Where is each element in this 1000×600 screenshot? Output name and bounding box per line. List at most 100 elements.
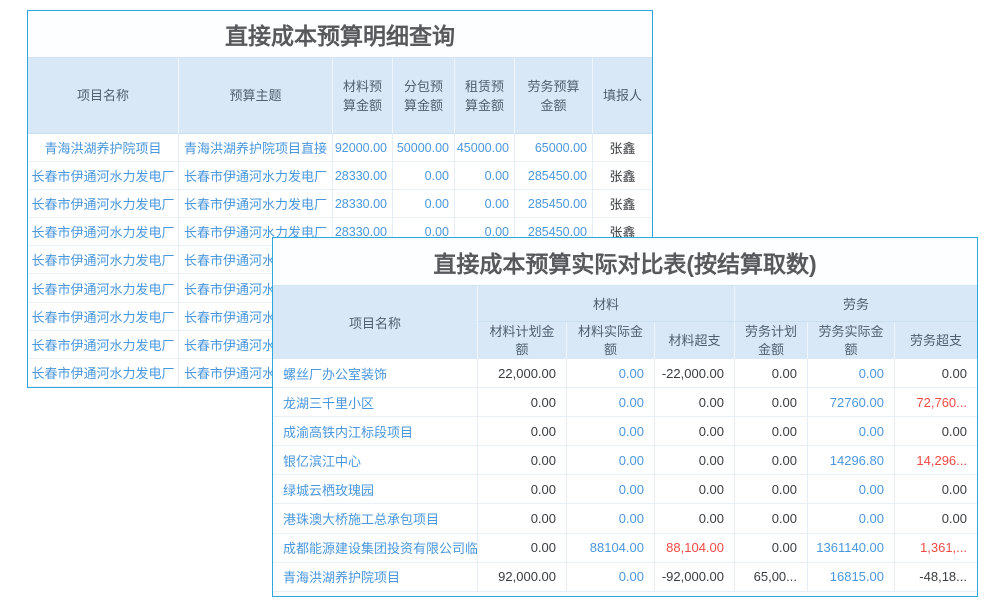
cell-material-budget: 28330.00	[333, 190, 393, 218]
cell-labor-budget: 285450.00	[515, 190, 593, 218]
cell-subcontract-budget: 0.00	[393, 190, 455, 218]
table-row[interactable]: 青海洪湖养护院项目92,000.000.00-92,000.0065,00...…	[273, 563, 977, 592]
cell-material-actual: 0.00	[567, 417, 655, 446]
cell-labor-plan: 0.00	[735, 534, 808, 563]
cell-project-name: 长春市伊通河水力发电厂	[28, 274, 179, 302]
cell-material-plan: 92,000.00	[478, 563, 567, 592]
cell-labor-budget: 285450.00	[515, 162, 593, 190]
cell-labor-actual: 0.00	[808, 504, 895, 533]
cell-material-budget: 28330.00	[333, 162, 393, 190]
column-header-project-name: 项目名称	[28, 58, 179, 134]
cell-labor-actual: 14296.80	[808, 446, 895, 475]
column-header-labor-actual: 劳务实际金额	[808, 322, 895, 359]
cell-project-name: 长春市伊通河水力发电厂	[28, 359, 179, 387]
cell-labor-over: 0.00	[895, 475, 977, 504]
back-panel-title: 直接成本预算明细查询	[28, 11, 652, 58]
cell-labor-actual: 0.00	[808, 359, 895, 388]
cell-reporter: 张鑫	[593, 190, 652, 218]
cell-labor-plan: 0.00	[735, 475, 808, 504]
cell-subcontract-budget: 50000.00	[393, 134, 455, 162]
cell-labor-plan: 0.00	[735, 504, 808, 533]
front-table-header: 项目名称 材料劳务 材料计划金额材料实际金额材料超支劳务计划金额劳务实际金额劳务…	[273, 286, 977, 359]
cell-labor-plan: 65,00...	[735, 563, 808, 592]
cell-labor-budget: 65000.00	[515, 134, 593, 162]
cell-material-over: 0.00	[655, 417, 735, 446]
column-header-material-over: 材料超支	[655, 322, 735, 359]
column-header-material-budget: 材料预算金额	[333, 58, 393, 134]
cell-labor-over: 72,760...	[895, 388, 977, 417]
cell-material-actual: 0.00	[567, 504, 655, 533]
column-header-material-plan: 材料计划金额	[478, 322, 567, 359]
cell-labor-over: 0.00	[895, 417, 977, 446]
cell-labor-over: 0.00	[895, 504, 977, 533]
column-header-budget-subject: 预算主题	[179, 58, 333, 134]
front-table-body: 螺丝厂办公室装饰22,000.000.00-22,000.000.000.000…	[273, 359, 977, 592]
cell-material-plan: 0.00	[478, 388, 567, 417]
table-row[interactable]: 绿城云栖玫瑰园0.000.000.000.000.000.00	[273, 475, 977, 504]
cell-labor-plan: 0.00	[735, 388, 808, 417]
table-row[interactable]: 成渝高铁内江标段项目0.000.000.000.000.000.00	[273, 417, 977, 446]
cell-project-name: 绿城云栖玫瑰园	[273, 475, 478, 504]
app-background: 直接成本预算明细查询 项目名称预算主题材料预算金额分包预算金额租赁预算金额劳务预…	[0, 0, 1000, 600]
cell-project-name: 成渝高铁内江标段项目	[273, 417, 478, 446]
cell-project-name: 成都能源建设集团投资有限公司临时	[273, 534, 478, 563]
cell-material-actual: 0.00	[567, 359, 655, 388]
cell-subcontract-budget: 0.00	[393, 162, 455, 190]
cell-material-plan: 0.00	[478, 534, 567, 563]
cell-labor-plan: 0.00	[735, 446, 808, 475]
cell-project-name: 长春市伊通河水力发电厂	[28, 162, 179, 190]
cell-project-name: 银亿滨江中心	[273, 446, 478, 475]
cell-material-plan: 22,000.00	[478, 359, 567, 388]
cell-material-actual: 0.00	[567, 563, 655, 592]
cell-material-plan: 0.00	[478, 504, 567, 533]
cell-project-name: 长春市伊通河水力发电厂	[28, 218, 179, 246]
cell-material-over: 0.00	[655, 388, 735, 417]
table-row[interactable]: 成都能源建设集团投资有限公司临时0.0088104.0088,104.000.0…	[273, 534, 977, 563]
cell-material-over: 0.00	[655, 504, 735, 533]
table-row[interactable]: 银亿滨江中心0.000.000.000.0014296.8014,296...	[273, 446, 977, 475]
cell-material-over: 0.00	[655, 446, 735, 475]
cell-budget-subject: 长春市伊通河水力发电厂	[179, 162, 333, 190]
front-panel-title: 直接成本预算实际对比表(按结算取数)	[273, 238, 977, 286]
cell-labor-plan: 0.00	[735, 417, 808, 446]
cell-labor-actual: 0.00	[808, 417, 895, 446]
table-row[interactable]: 螺丝厂办公室装饰22,000.000.00-22,000.000.000.000…	[273, 359, 977, 388]
group-header-labor: 劳务	[735, 286, 977, 322]
column-header-labor-budget: 劳务预算金额	[515, 58, 593, 134]
cell-labor-actual: 16815.00	[808, 563, 895, 592]
cell-project-name: 长春市伊通河水力发电厂	[28, 331, 179, 359]
cell-project-name: 长春市伊通河水力发电厂	[28, 246, 179, 274]
cell-labor-actual: 72760.00	[808, 388, 895, 417]
table-row[interactable]: 龙湖三千里小区0.000.000.000.0072760.0072,760...	[273, 388, 977, 417]
cell-project-name: 港珠澳大桥施工总承包项目	[273, 504, 478, 533]
cell-material-actual: 0.00	[567, 388, 655, 417]
cell-labor-over: 1,361,...	[895, 534, 977, 563]
budget-actual-comparison-window: 直接成本预算实际对比表(按结算取数) 项目名称 材料劳务 材料计划金额材料实际金…	[272, 237, 978, 597]
cell-project-name: 青海洪湖养护院项目	[273, 563, 478, 592]
column-header-subcontract-budget: 分包预算金额	[393, 58, 455, 134]
column-header-reporter: 填报人	[593, 58, 652, 134]
column-header-labor-over: 劳务超支	[895, 322, 977, 359]
cell-budget-subject: 长春市伊通河水力发电厂	[179, 190, 333, 218]
table-row[interactable]: 青海洪湖养护院项目青海洪湖养护院项目直接92000.0050000.004500…	[28, 134, 652, 162]
cell-material-over: -92,000.00	[655, 563, 735, 592]
cell-lease-budget: 45000.00	[455, 134, 515, 162]
column-header-labor-plan: 劳务计划金额	[735, 322, 808, 359]
cell-material-over: 88,104.00	[655, 534, 735, 563]
cell-budget-subject: 青海洪湖养护院项目直接	[179, 134, 333, 162]
table-row[interactable]: 长春市伊通河水力发电厂长春市伊通河水力发电厂28330.000.000.0028…	[28, 190, 652, 218]
cell-material-actual: 0.00	[567, 446, 655, 475]
table-row[interactable]: 长春市伊通河水力发电厂长春市伊通河水力发电厂28330.000.000.0028…	[28, 162, 652, 190]
cell-labor-plan: 0.00	[735, 359, 808, 388]
cell-material-actual: 88104.00	[567, 534, 655, 563]
back-table-header: 项目名称预算主题材料预算金额分包预算金额租赁预算金额劳务预算金额填报人	[28, 58, 652, 134]
cell-material-over: -22,000.00	[655, 359, 735, 388]
cell-labor-over: 0.00	[895, 359, 977, 388]
cell-labor-over: 14,296...	[895, 446, 977, 475]
cell-material-plan: 0.00	[478, 417, 567, 446]
cell-project-name: 长春市伊通河水力发电厂	[28, 190, 179, 218]
column-header-material-actual: 材料实际金额	[567, 322, 655, 359]
cell-lease-budget: 0.00	[455, 190, 515, 218]
cell-project-name: 青海洪湖养护院项目	[28, 134, 179, 162]
table-row[interactable]: 港珠澳大桥施工总承包项目0.000.000.000.000.000.00	[273, 504, 977, 533]
